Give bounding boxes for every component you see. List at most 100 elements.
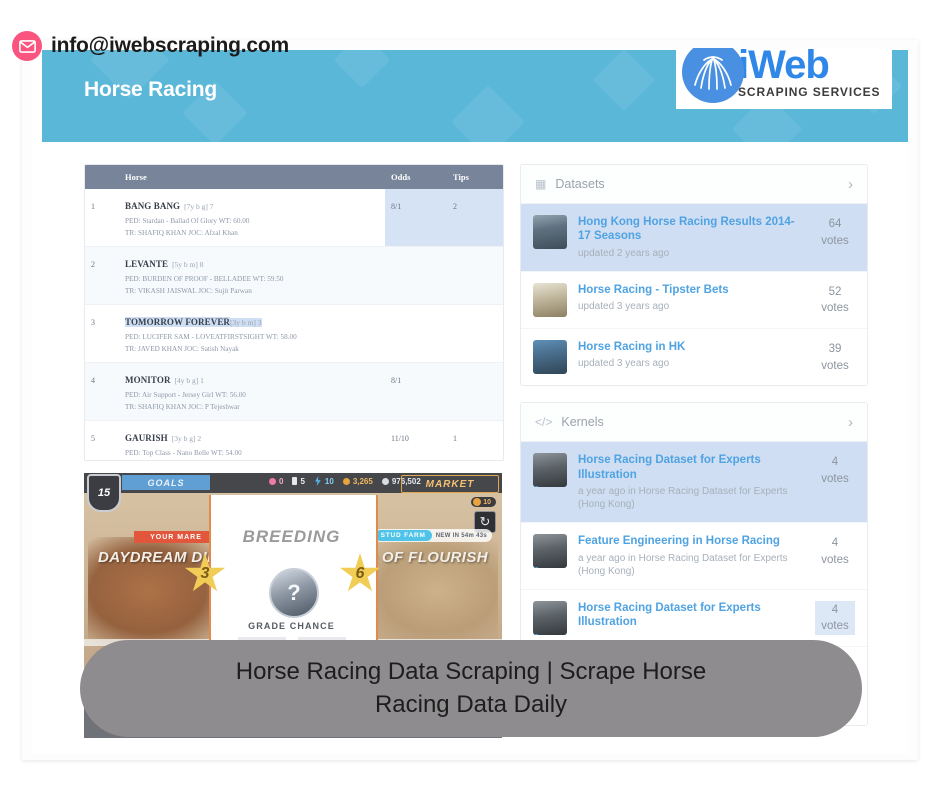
kernel-votes: 4 votes	[815, 600, 855, 635]
row-index: 2	[85, 246, 119, 305]
grade-chance-label: GRADE CHANCE	[248, 621, 335, 631]
contact-email-bar: info@iwebscraping.com	[12, 28, 289, 64]
tips-cell	[447, 246, 503, 305]
refresh-icon: ↻	[479, 514, 491, 529]
table-row[interactable]: 2 LEVANTE [5y b m] 8 PED: BURDEN OF PROO…	[85, 246, 503, 305]
kernel-status-dot-icon	[534, 567, 539, 569]
column-header-index	[85, 165, 119, 189]
dataset-votes: 64 votes	[815, 215, 855, 249]
table-header-row: Horse Odds Tips	[85, 165, 503, 189]
row-index: 1	[85, 189, 119, 247]
tips-value: 2	[453, 202, 457, 211]
gold-coin-icon	[473, 498, 482, 506]
stat-ticket: 5	[292, 477, 305, 486]
stat-heart: 0	[269, 477, 283, 486]
kernel-subtitle: a year ago in Horse Racing Dataset for E…	[578, 486, 788, 511]
kernel-status-dot-icon	[534, 486, 539, 488]
gold-coin-icon	[342, 477, 350, 485]
stallion-grade-star: 6	[339, 553, 381, 595]
brand-tagline: SCRAPING SERVICES	[738, 85, 881, 99]
datasets-panel-title: Datasets	[555, 177, 605, 191]
kernel-thumbnail	[533, 600, 567, 635]
kernel-votes-count: 4	[831, 456, 839, 469]
list-item[interactable]: Horse Racing - Tipster Bets updated 3 ye…	[521, 272, 867, 330]
market-button[interactable]: MARKET	[401, 475, 499, 493]
silver-coin-icon	[381, 477, 389, 485]
brand-wordmark: iWeb SCRAPING SERVICES	[738, 48, 880, 98]
stud-farm-timer: NEW IN 54m 43s	[435, 532, 487, 539]
kernel-subtitle: a year ago in Horse Racing Dataset for E…	[578, 552, 788, 577]
envelope-icon	[12, 31, 42, 61]
dataset-title[interactable]: Horse Racing - Tipster Bets	[578, 283, 804, 297]
dataset-votes-label: votes	[821, 359, 849, 372]
table-row[interactable]: 3 TOMORROW FOREVER[3y b m] 3 PED: LUCIFE…	[85, 304, 503, 363]
stud-farm-badge: STUD FARM	[374, 530, 432, 541]
caption-line-2: Racing Data Daily	[374, 690, 568, 718]
horse-pedigree: PED: LUCIFER SAM - LOVEATFIRSTSIGHT WT: …	[125, 332, 297, 341]
datasets-panel: ▦ Datasets › Hong Kong Horse Racing Resu…	[520, 164, 868, 387]
dataset-votes-label: votes	[821, 234, 849, 247]
goals-button[interactable]: GOALS	[122, 475, 210, 490]
table-row[interactable]: 4 MONITOR [4y b g] 1 PED: Air Support - …	[85, 362, 503, 421]
chevron-right-icon[interactable]: ›	[848, 415, 853, 430]
kernel-title[interactable]: Horse Racing Dataset for Experts Illustr…	[578, 601, 804, 630]
kernel-votes-count: 4	[831, 537, 839, 550]
stallion-grade-value: 6	[355, 565, 365, 582]
game-stats: 0 5 10 3,265 976,502	[269, 476, 421, 486]
horse-trainer: TR: SHAFIQ KHAN JOC: Afzal Khan	[125, 229, 238, 238]
kernel-title[interactable]: Feature Engineering in Horse Racing	[578, 534, 804, 548]
brand-name: iWeb	[738, 48, 830, 87]
kernel-votes-label: votes	[821, 553, 849, 566]
datasets-panel-header[interactable]: ▦ Datasets ›	[521, 165, 867, 204]
dataset-votes-count: 39	[828, 343, 842, 356]
dataset-thumbnail	[533, 215, 567, 249]
row-index-value: 4	[91, 375, 95, 385]
dataset-subtitle: updated 2 years ago	[578, 247, 670, 259]
chevron-right-icon[interactable]: ›	[848, 177, 853, 192]
your-mare-badge: YOUR MARE	[134, 531, 218, 543]
stat-energy: 10	[314, 476, 334, 486]
horse-meta: [7y b g] 7	[184, 202, 214, 211]
dataset-title[interactable]: Hong Kong Horse Racing Results 2014-17 S…	[578, 215, 804, 244]
horse-cell: BANG BANG [7y b g] 7 PED: Stardan - Ball…	[119, 189, 385, 247]
dataset-title[interactable]: Horse Racing in HK	[578, 340, 804, 354]
hex-decoration	[333, 50, 391, 89]
horse-cell: LEVANTE [5y b m] 8 PED: BURDEN OF PROOF …	[119, 246, 385, 305]
kernel-info: Horse Racing Dataset for Experts Illustr…	[578, 453, 804, 511]
kernel-info: Feature Engineering in Horse Racing a ye…	[578, 534, 804, 577]
horse-cell: MONITOR [4y b g] 1 PED: Air Support - Je…	[119, 362, 385, 421]
horse-meta: [3y b g] 2	[171, 433, 202, 443]
list-item[interactable]: Horse Racing Dataset for Experts Illustr…	[521, 442, 867, 524]
odds-cell	[385, 304, 447, 363]
odds-value: 8/1	[391, 202, 402, 211]
kernels-panel-header[interactable]: </> Kernels ›	[521, 403, 867, 443]
dataset-info: Hong Kong Horse Racing Results 2014-17 S…	[578, 215, 804, 260]
table-row[interactable]: 5 GAURISH [3y b g] 2 PED: Top Class - Na…	[85, 420, 503, 460]
kernel-status-dot-icon	[534, 633, 539, 635]
row-index-value: 5	[91, 433, 95, 443]
list-item[interactable]: Horse Racing in HK updated 3 years ago 3…	[521, 329, 867, 385]
dataset-votes-count: 52	[828, 285, 842, 298]
list-item[interactable]: Hong Kong Horse Racing Results 2014-17 S…	[521, 204, 867, 272]
horse-meta: [4y b g] 1	[174, 375, 204, 385]
odds-cell	[385, 246, 447, 305]
kernel-title[interactable]: Horse Racing Dataset for Experts Illustr…	[578, 453, 804, 482]
caption-overlay: Horse Racing Data Scraping | Scrape Hors…	[80, 640, 862, 737]
caption-line-1: Horse Racing Data Scraping | Scrape Hors…	[235, 658, 707, 686]
row-index-value: 3	[91, 317, 95, 327]
race-card: Horse Odds Tips 1 BANG BANG [7y b g] 7 P…	[84, 164, 504, 461]
horse-name: MONITOR	[125, 374, 171, 385]
kernel-votes-label: votes	[821, 620, 849, 633]
caption-text: Horse Racing Data Scraping | Scrape Hors…	[236, 656, 706, 721]
horse-pedigree: PED: Air Support - Jersey Girl WT: 56.00	[125, 390, 246, 399]
horse-pedigree: PED: BURDEN OF PROOF - BELLADEE WT: 59.5…	[125, 274, 284, 283]
dataset-votes: 39 votes	[815, 340, 855, 374]
horse-cell: GAURISH [3y b g] 2 PED: Top Class - Nano…	[119, 420, 385, 460]
kernel-info: Horse Racing Dataset for Experts Illustr…	[578, 601, 804, 633]
stat-heart-value: 0	[279, 476, 284, 486]
table-row[interactable]: 1 BANG BANG [7y b g] 7 PED: Stardan - Ba…	[85, 189, 503, 247]
list-item[interactable]: Horse Racing Dataset for Experts Illustr…	[521, 590, 867, 647]
list-item[interactable]: Feature Engineering in Horse Racing a ye…	[521, 523, 867, 590]
horse-cell: TOMORROW FOREVER[3y b m] 3 PED: LUCIFER …	[119, 304, 385, 363]
dataset-votes-count: 64	[828, 218, 842, 230]
